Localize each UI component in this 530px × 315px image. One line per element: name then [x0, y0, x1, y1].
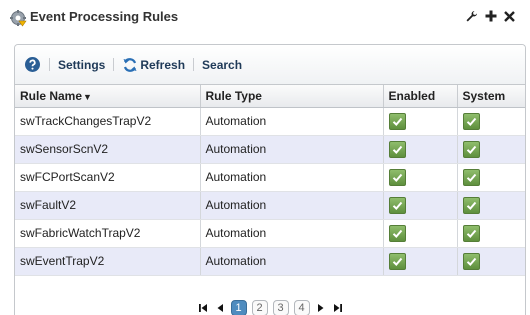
window-title: Event Processing Rules — [30, 9, 179, 24]
system-checkbox[interactable] — [462, 224, 480, 242]
search-button[interactable]: Search — [202, 58, 242, 72]
page-2-button[interactable]: 2 — [251, 300, 268, 315]
table-row[interactable]: swTrackChangesTrapV2 Automation — [15, 107, 525, 136]
enabled-checkbox[interactable] — [388, 196, 406, 214]
system-cell — [457, 107, 525, 136]
column-header-label: Rule Type — [205, 88, 262, 103]
enabled-cell — [383, 163, 458, 192]
system-cell — [457, 163, 525, 192]
enabled-checkbox[interactable] — [388, 112, 406, 130]
system-checkbox[interactable] — [462, 196, 480, 214]
enabled-checkbox[interactable] — [388, 140, 406, 158]
table-header-row: Rule Name▼ Rule Type Enabled System — [15, 85, 525, 108]
rule-name-cell: swFaultV2 — [15, 191, 201, 220]
help-icon[interactable] — [24, 56, 41, 73]
system-cell — [457, 135, 525, 164]
table-row[interactable]: swFaultV2 Automation — [15, 191, 525, 220]
toolbar: Settings Refresh Search — [15, 45, 525, 85]
system-cell — [457, 247, 525, 276]
refresh-icon — [122, 57, 138, 73]
rule-type-cell: Automation — [200, 247, 384, 276]
system-checkbox[interactable] — [462, 252, 480, 270]
refresh-button[interactable]: Refresh — [122, 57, 185, 73]
page-4-button[interactable]: 4 — [293, 300, 310, 315]
column-header-rule-type[interactable]: Rule Type — [200, 85, 384, 108]
rule-name-cell: swEventTrapV2 — [15, 247, 201, 276]
table-row[interactable]: swSensorScnV2 Automation — [15, 135, 525, 164]
toolbar-divider — [49, 58, 50, 71]
enabled-cell — [383, 135, 458, 164]
last-page-icon[interactable] — [332, 301, 344, 315]
rule-type-cell: Automation — [200, 107, 384, 136]
enabled-cell — [383, 191, 458, 220]
enabled-cell — [383, 247, 458, 276]
gear-icon — [9, 9, 27, 27]
column-header-label: Rule Name — [20, 88, 83, 103]
rule-type-cell: Automation — [200, 163, 384, 192]
rule-type-cell: Automation — [200, 191, 384, 220]
rule-type-cell: Automation — [200, 135, 384, 164]
toolbar-divider — [113, 58, 115, 71]
system-checkbox[interactable] — [462, 140, 480, 158]
window-controls — [465, 8, 516, 24]
toolbar-divider — [193, 58, 195, 71]
close-icon[interactable] — [503, 8, 516, 24]
column-header-system[interactable]: System — [457, 85, 525, 108]
settings-button[interactable]: Settings — [58, 58, 105, 72]
column-header-enabled[interactable]: Enabled — [383, 85, 458, 108]
first-page-icon[interactable] — [197, 301, 209, 315]
sort-desc-icon: ▼ — [83, 91, 92, 102]
next-page-icon[interactable] — [315, 301, 327, 315]
system-checkbox[interactable] — [462, 112, 480, 130]
rule-name-cell: swFabricWatchTrapV2 — [15, 219, 201, 248]
refresh-label: Refresh — [140, 57, 186, 72]
column-header-rule-name[interactable]: Rule Name▼ — [15, 85, 201, 108]
rules-panel: Settings Refresh Search Rule Name▼ Rule … — [14, 44, 526, 315]
prev-page-icon[interactable] — [214, 301, 226, 315]
rules-table: Rule Name▼ Rule Type Enabled System swTr… — [15, 85, 525, 276]
system-cell — [457, 191, 525, 220]
title-bar: Event Processing Rules — [0, 0, 530, 34]
wrench-icon[interactable] — [465, 8, 478, 24]
column-header-label: System — [462, 88, 506, 103]
table-row[interactable]: swFabricWatchTrapV2 Automation — [15, 219, 525, 248]
enabled-cell — [383, 219, 458, 248]
enabled-checkbox[interactable] — [388, 252, 406, 270]
column-header-label: Enabled — [388, 88, 436, 103]
rule-type-cell: Automation — [200, 219, 384, 248]
page-3-button[interactable]: 3 — [272, 300, 289, 315]
table-row[interactable]: swFCPortScanV2 Automation — [15, 163, 525, 192]
pagination: 1 2 3 4 — [15, 297, 525, 315]
rule-name-cell: swTrackChangesTrapV2 — [15, 107, 201, 136]
rule-name-cell: swFCPortScanV2 — [15, 163, 201, 192]
page-1-button[interactable]: 1 — [230, 300, 247, 315]
system-checkbox[interactable] — [462, 168, 480, 186]
enabled-checkbox[interactable] — [388, 168, 406, 186]
plus-icon[interactable] — [484, 8, 497, 24]
rule-name-cell: swSensorScnV2 — [15, 135, 201, 164]
table-row[interactable]: swEventTrapV2 Automation — [15, 247, 525, 276]
system-cell — [457, 219, 525, 248]
enabled-cell — [383, 107, 458, 136]
enabled-checkbox[interactable] — [388, 224, 406, 242]
